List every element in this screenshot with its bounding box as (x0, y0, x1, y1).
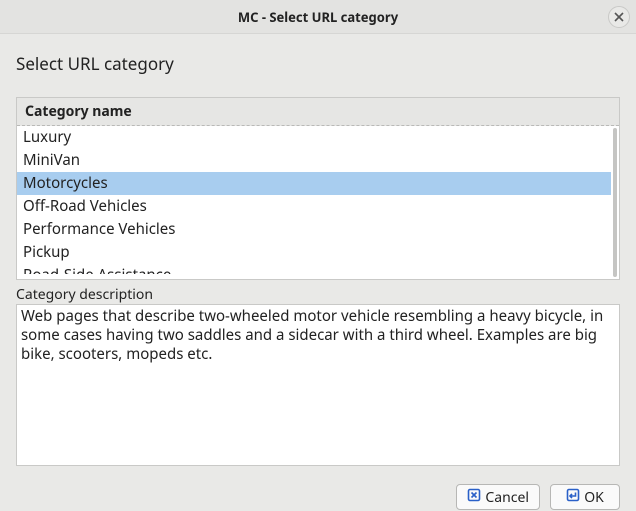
description-panel: Category description Web pages that desc… (16, 286, 620, 466)
page-heading: Select URL category (16, 52, 620, 75)
close-icon (614, 8, 624, 27)
return-icon (566, 488, 580, 507)
category-row[interactable]: Motorcycles (17, 172, 611, 195)
category-row[interactable]: Road-Side Assistance (17, 264, 611, 274)
scrollbar[interactable] (613, 128, 617, 277)
ok-button[interactable]: OK (550, 484, 620, 510)
cancel-label: Cancel (485, 488, 529, 507)
titlebar: MC - Select URL category (0, 0, 636, 34)
category-row[interactable]: Performance Vehicles (17, 218, 611, 241)
cancel-icon (467, 488, 481, 507)
category-row[interactable]: Off-Road Vehicles (17, 195, 611, 218)
ok-label: OK (584, 488, 604, 507)
description-text: Web pages that describe two-wheeled moto… (16, 304, 620, 466)
close-button[interactable] (608, 6, 630, 28)
category-row[interactable]: Luxury (17, 126, 611, 149)
dialog-content: Select URL category Category name Luxury… (0, 34, 636, 476)
category-list-scroll: LuxuryMiniVanMotorcyclesOff-Road Vehicle… (17, 126, 611, 279)
category-row[interactable]: Pickup (17, 241, 611, 264)
category-list-header[interactable]: Category name (17, 98, 619, 126)
description-label: Category description (16, 286, 620, 304)
category-row[interactable]: MiniVan (17, 149, 611, 172)
cancel-button[interactable]: Cancel (456, 484, 540, 510)
category-list-panel: Category name LuxuryMiniVanMotorcyclesOf… (16, 97, 620, 280)
button-bar: Cancel OK (0, 476, 636, 510)
window-title: MC - Select URL category (238, 8, 398, 26)
category-list-body: LuxuryMiniVanMotorcyclesOff-Road Vehicle… (17, 126, 619, 279)
